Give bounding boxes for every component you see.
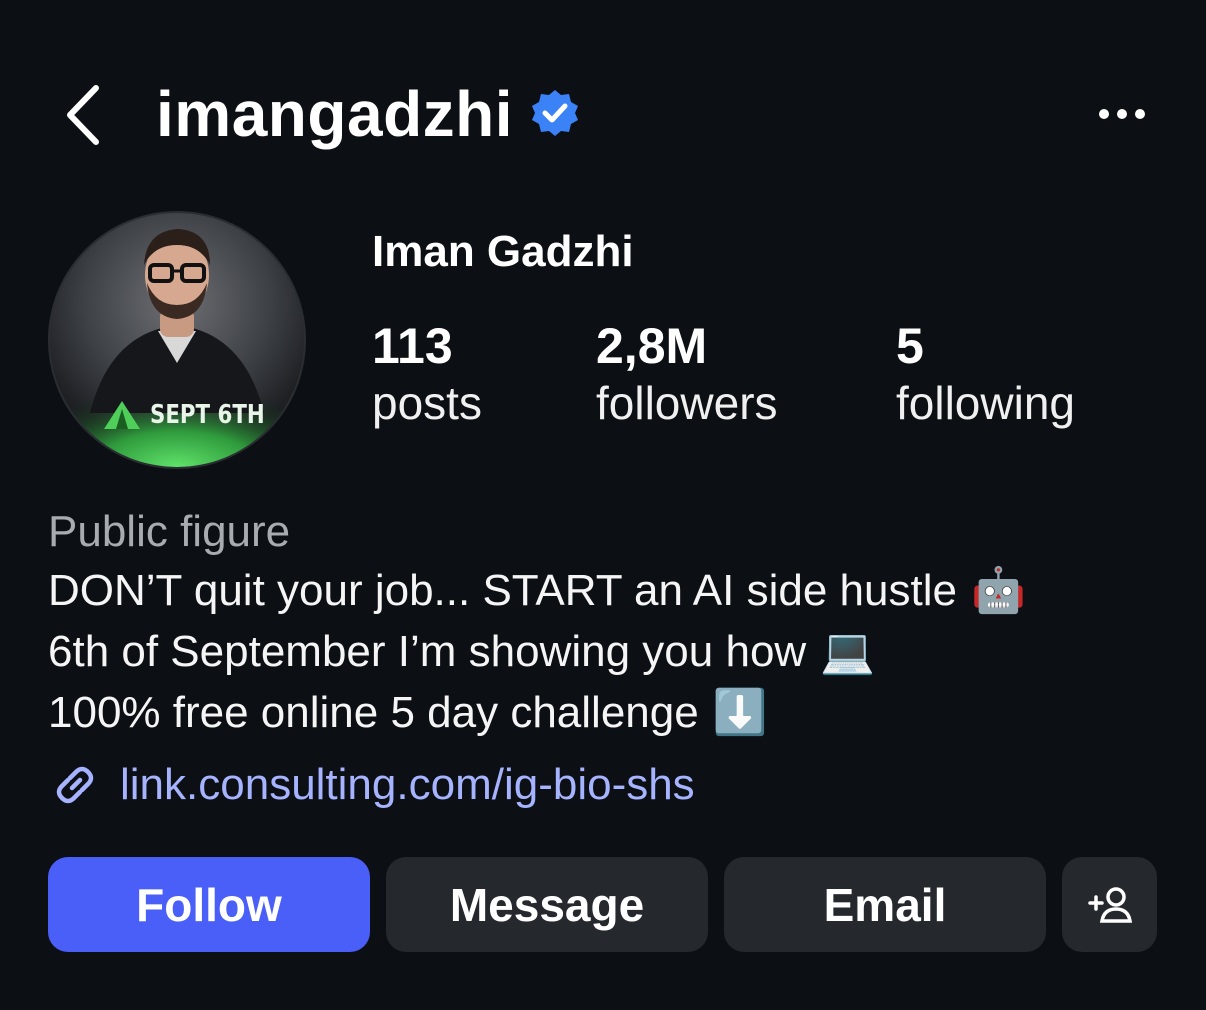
laptop-emoji-icon: 💻: [820, 627, 875, 676]
add-person-icon: [1087, 886, 1132, 923]
message-button[interactable]: Message: [386, 857, 708, 952]
display-name: Iman Gadzhi: [372, 227, 634, 276]
avatar-badge-text: SEPT 6TH: [150, 400, 265, 430]
bio-line-text: DON’T quit your job... START an AI side …: [48, 566, 957, 615]
suggest-people-button[interactable]: [1062, 857, 1157, 952]
stat-label: followers: [596, 377, 778, 429]
stat-value: 113: [372, 318, 453, 374]
bio-link[interactable]: link.consulting.com/ig-bio-shs: [48, 755, 1168, 815]
email-button[interactable]: Email: [724, 857, 1046, 952]
bio-line-text: 6th of September I’m showing you how: [48, 627, 807, 676]
profile-avatar[interactable]: SEPT 6TH: [48, 211, 306, 469]
stat-posts[interactable]: 113 posts: [372, 318, 482, 432]
more-options-button[interactable]: [1094, 96, 1150, 132]
bio-line-text: 100% free online 5 day challenge: [48, 688, 699, 737]
profile-header: imangadzhi: [0, 70, 1206, 160]
bio-line: DON’T quit your job... START an AI side …: [48, 560, 1168, 621]
robot-emoji-icon: 🤖: [970, 566, 1026, 615]
verified-badge-icon: [532, 90, 578, 136]
down-arrow-emoji-icon: ⬇️: [712, 688, 768, 737]
follow-button[interactable]: Follow: [48, 857, 370, 952]
profile-bio: Public figure DON’T quit your job... STA…: [48, 504, 1168, 815]
username: imangadzhi: [156, 78, 514, 150]
link-icon: [56, 766, 94, 804]
stat-following[interactable]: 5 following: [896, 318, 1075, 432]
tent-logo-icon: [104, 401, 140, 429]
back-button[interactable]: [60, 82, 108, 148]
more-horizontal-icon: [1099, 109, 1145, 119]
profile-category: Public figure: [48, 507, 291, 556]
stat-label: following: [896, 377, 1075, 429]
bio-line: 100% free online 5 day challenge ⬇️: [48, 682, 1168, 743]
stat-value: 2,8M: [596, 318, 708, 374]
stat-followers[interactable]: 2,8M followers: [596, 318, 778, 432]
avatar-event-badge: SEPT 6TH: [102, 395, 290, 435]
bio-line: 6th of September I’m showing you how 💻: [48, 621, 1168, 682]
stat-label: posts: [372, 377, 482, 429]
bio-link-text[interactable]: link.consulting.com/ig-bio-shs: [120, 755, 695, 815]
chevron-left-icon: [67, 85, 99, 145]
stat-value: 5: [896, 318, 924, 374]
